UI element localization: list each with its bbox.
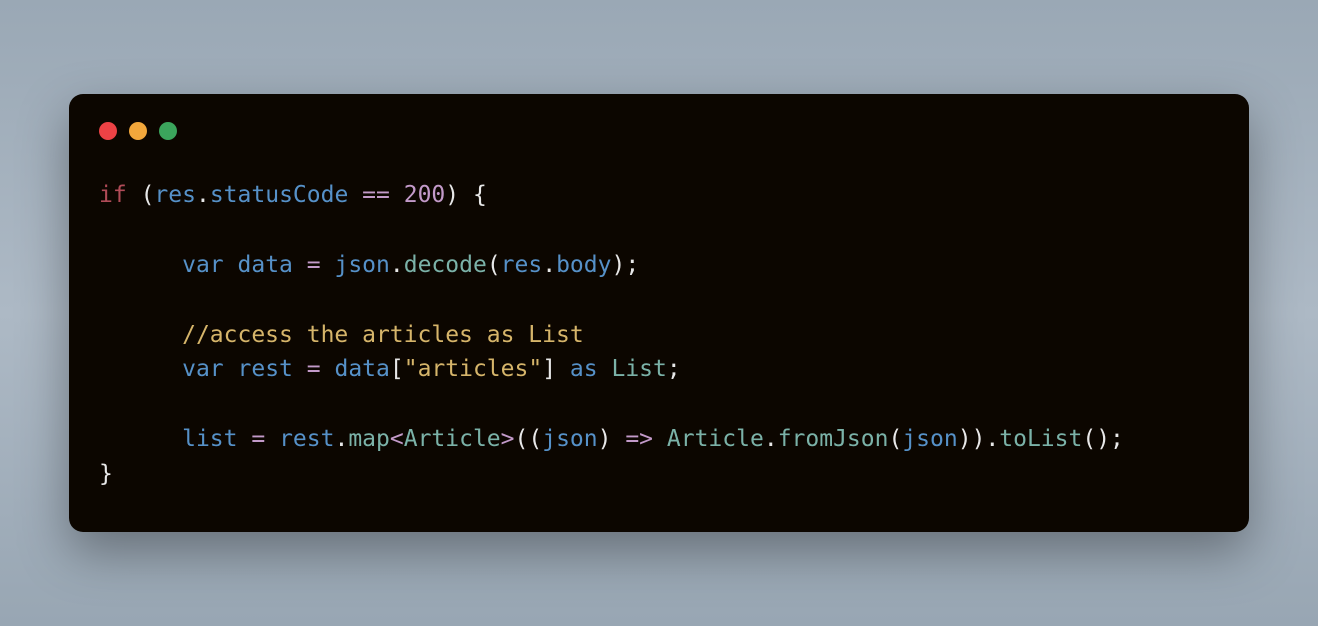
- code-window: if (res.statusCode == 200) { var data = …: [69, 94, 1249, 533]
- code-token: "articles": [404, 356, 542, 382]
- code-token: [293, 252, 307, 278]
- code-token: [: [390, 356, 404, 382]
- code-token: ): [445, 182, 459, 208]
- window-controls: [99, 122, 1219, 140]
- code-line: [99, 217, 113, 243]
- code-token: fromJson: [778, 426, 889, 452]
- code-token: [99, 356, 182, 382]
- code-token: 200: [404, 182, 446, 208]
- code-line: var data = json.decode(res.body);: [99, 252, 639, 278]
- code-token: data: [334, 356, 389, 382]
- code-token: List: [611, 356, 666, 382]
- code-token: [224, 356, 238, 382]
- minimize-icon[interactable]: [129, 122, 147, 140]
- code-token: .: [334, 426, 348, 452]
- code-token: ((: [515, 426, 543, 452]
- code-line: [99, 287, 113, 313]
- code-token: var: [182, 356, 224, 382]
- close-icon[interactable]: [99, 122, 117, 140]
- code-token: var: [182, 252, 224, 278]
- code-token: ;: [667, 356, 681, 382]
- code-token: (: [141, 182, 155, 208]
- code-token: .: [542, 252, 556, 278]
- code-token: )).: [958, 426, 1000, 452]
- code-token: //access the articles as List: [182, 322, 584, 348]
- code-token: [390, 182, 404, 208]
- code-line: }: [99, 461, 113, 487]
- code-token: }: [99, 461, 113, 487]
- code-token: =>: [625, 426, 653, 452]
- code-token: {: [473, 182, 487, 208]
- code-token: [293, 356, 307, 382]
- code-token: =: [251, 426, 265, 452]
- code-token: as: [570, 356, 598, 382]
- code-token: Article: [667, 426, 764, 452]
- code-token: [653, 426, 667, 452]
- code-token: (: [888, 426, 902, 452]
- code-token: [99, 426, 182, 452]
- code-token: [99, 252, 182, 278]
- code-token: [611, 426, 625, 452]
- code-token: .: [764, 426, 778, 452]
- code-block: if (res.statusCode == 200) { var data = …: [99, 178, 1219, 493]
- maximize-icon[interactable]: [159, 122, 177, 140]
- code-token: ==: [362, 182, 390, 208]
- code-token: ();: [1082, 426, 1124, 452]
- code-token: =: [307, 252, 321, 278]
- code-token: [348, 182, 362, 208]
- code-token: [598, 356, 612, 382]
- code-token: ]: [542, 356, 556, 382]
- code-token: json: [334, 252, 389, 278]
- code-line: [99, 391, 113, 417]
- code-token: ): [598, 426, 612, 452]
- code-token: [127, 182, 141, 208]
- code-line: list = rest.map<Article>((json) => Artic…: [99, 426, 1124, 452]
- code-token: );: [611, 252, 639, 278]
- code-token: data: [238, 252, 293, 278]
- code-line: var rest = data["articles"] as List;: [99, 356, 681, 382]
- code-token: [99, 322, 182, 348]
- code-token: [321, 252, 335, 278]
- code-token: res: [501, 252, 543, 278]
- code-token: [459, 182, 473, 208]
- code-token: Article: [404, 426, 501, 452]
- code-token: decode: [404, 252, 487, 278]
- code-token: res: [154, 182, 196, 208]
- code-token: [556, 356, 570, 382]
- code-token: json: [542, 426, 597, 452]
- code-token: [265, 426, 279, 452]
- code-token: >: [501, 426, 515, 452]
- code-token: =: [307, 356, 321, 382]
- code-token: toList: [999, 426, 1082, 452]
- code-line: if (res.statusCode == 200) {: [99, 182, 487, 208]
- code-token: rest: [279, 426, 334, 452]
- code-token: statusCode: [210, 182, 348, 208]
- code-token: [321, 356, 335, 382]
- code-token: map: [348, 426, 390, 452]
- code-token: [224, 252, 238, 278]
- code-token: rest: [238, 356, 293, 382]
- code-token: .: [196, 182, 210, 208]
- code-token: [237, 426, 251, 452]
- code-token: <: [390, 426, 404, 452]
- code-token: (: [487, 252, 501, 278]
- code-token: body: [556, 252, 611, 278]
- code-token: .: [390, 252, 404, 278]
- code-line: //access the articles as List: [99, 322, 584, 348]
- code-token: json: [902, 426, 957, 452]
- code-token: if: [99, 182, 127, 208]
- code-token: list: [182, 426, 237, 452]
